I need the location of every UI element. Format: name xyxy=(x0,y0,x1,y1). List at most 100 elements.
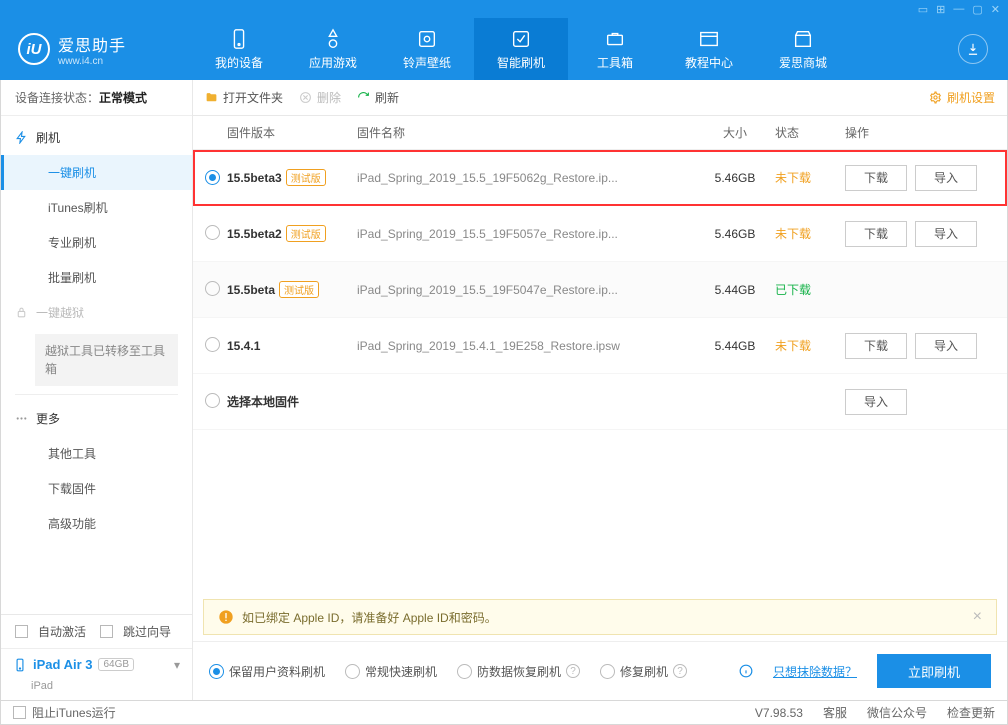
firmware-row[interactable]: 15.5beta2测试版iPad_Spring_2019_15.5_19F505… xyxy=(193,206,1007,262)
fw-radio[interactable] xyxy=(205,170,220,185)
block-itunes-checkbox[interactable] xyxy=(13,706,26,719)
help-icon[interactable]: ? xyxy=(673,664,687,678)
titlebar-close-icon[interactable]: ✕ xyxy=(991,3,1000,16)
help-icon[interactable]: ? xyxy=(566,664,580,678)
nav-label: 应用游戏 xyxy=(309,54,357,71)
flash-mode-option[interactable]: 防数据恢复刷机? xyxy=(457,663,580,680)
sidebar-group-more-label: 更多 xyxy=(36,410,60,427)
logo-icon: iU xyxy=(18,33,50,65)
sidebar-item-more-2[interactable]: 高级功能 xyxy=(1,506,192,541)
sidebar-item-more-0[interactable]: 其他工具 xyxy=(1,436,192,471)
fw-size: 5.44GB xyxy=(695,339,775,353)
sidebar-group-flash[interactable]: 刷机 xyxy=(1,120,192,155)
sidebar-item-flash-2[interactable]: 专业刷机 xyxy=(1,225,192,260)
mode-label: 常规快速刷机 xyxy=(365,663,437,680)
nav-flash[interactable]: 智能刷机 xyxy=(474,18,568,80)
flash-mode-option[interactable]: 保留用户资料刷机 xyxy=(209,663,325,680)
titlebar-grid-icon[interactable]: ⊞ xyxy=(936,3,945,16)
mode-radio[interactable] xyxy=(209,664,224,679)
flash-mode-option[interactable]: 修复刷机? xyxy=(600,663,687,680)
firmware-row[interactable]: 15.4.1iPad_Spring_2019_15.4.1_19E258_Res… xyxy=(193,318,1007,374)
fw-status: 未下载 xyxy=(775,169,845,186)
titlebar-min-icon[interactable]: — xyxy=(953,3,964,15)
firmware-row[interactable]: 15.5beta测试版iPad_Spring_2019_15.5_19F5047… xyxy=(193,262,1007,318)
fw-action-button[interactable]: 导入 xyxy=(915,333,977,359)
titlebar-max-icon[interactable]: ▢ xyxy=(972,3,982,16)
sidebar-item-flash-3[interactable]: 批量刷机 xyxy=(1,260,192,295)
flash-settings-button[interactable]: 刷机设置 xyxy=(929,89,995,106)
dropdown-icon[interactable]: ▾ xyxy=(174,658,180,672)
device-type: iPad xyxy=(1,680,192,700)
open-folder-button[interactable]: 打开文件夹 xyxy=(205,89,283,106)
sidebar-item-flash-0[interactable]: 一键刷机 xyxy=(1,155,192,190)
app-subtitle: www.i4.cn xyxy=(58,56,126,67)
fw-radio[interactable] xyxy=(205,393,220,408)
fw-name: iPad_Spring_2019_15.4.1_19E258_Restore.i… xyxy=(357,339,695,353)
fw-version: 选择本地固件 xyxy=(227,393,357,410)
fw-action-button[interactable]: 导入 xyxy=(915,221,977,247)
mode-radio[interactable] xyxy=(600,664,615,679)
fw-version: 15.5beta测试版 xyxy=(227,281,357,298)
flash-mode-bar: 保留用户资料刷机常规快速刷机防数据恢复刷机?修复刷机? 只想抹除数据？ 立即刷机 xyxy=(193,641,1007,700)
sidebar-item-flash-1[interactable]: iTunes刷机 xyxy=(1,190,192,225)
firmware-list-header: 固件版本 固件名称 大小 状态 操作 xyxy=(193,116,1007,150)
flash-settings-label: 刷机设置 xyxy=(947,89,995,106)
sidebar-group-more[interactable]: 更多 xyxy=(1,401,192,436)
mode-radio[interactable] xyxy=(457,664,472,679)
tutorial-icon xyxy=(698,28,720,50)
device-name: iPad Air 3 xyxy=(33,657,92,672)
info-icon xyxy=(739,664,753,678)
connection-status: 设备连接状态： 正常模式 xyxy=(1,80,192,116)
start-flash-button[interactable]: 立即刷机 xyxy=(877,654,991,688)
fw-action-button[interactable]: 下载 xyxy=(845,221,907,247)
fw-version: 15.4.1 xyxy=(227,339,357,353)
delete-button: 删除 xyxy=(299,89,341,106)
status-link-wechat[interactable]: 微信公众号 xyxy=(867,704,927,721)
connection-value: 正常模式 xyxy=(99,89,147,106)
nav-store[interactable]: 爱思商城 xyxy=(756,18,850,80)
mode-label: 防数据恢复刷机 xyxy=(477,663,561,680)
app-version: V7.98.53 xyxy=(755,706,803,720)
tip-close-icon[interactable]: × xyxy=(973,608,982,626)
fw-name: iPad_Spring_2019_15.5_19F5062g_Restore.i… xyxy=(357,171,695,185)
firmware-row[interactable]: 选择本地固件 导入 xyxy=(193,374,1007,430)
nav-ring[interactable]: 铃声壁纸 xyxy=(380,18,474,80)
nav-tools[interactable]: 工具箱 xyxy=(568,18,662,80)
status-link-update[interactable]: 检查更新 xyxy=(947,704,995,721)
fw-action-button[interactable]: 导入 xyxy=(915,165,977,191)
nav-apps[interactable]: 应用游戏 xyxy=(286,18,380,80)
apps-icon xyxy=(322,28,344,50)
skip-guide-checkbox[interactable] xyxy=(100,625,113,638)
content-area: 设备连接状态： 正常模式 刷机 一键刷机iTunes刷机专业刷机批量刷机 一键越… xyxy=(0,80,1008,701)
fw-action-button[interactable]: 导入 xyxy=(845,389,907,415)
device-row[interactable]: iPad Air 3 64GB ▾ xyxy=(1,648,192,680)
sidebar-item-more-1[interactable]: 下载固件 xyxy=(1,471,192,506)
flash-mode-option[interactable]: 常规快速刷机 xyxy=(345,663,437,680)
sidebar-group-jailbreak-label: 一键越狱 xyxy=(36,304,84,321)
fw-action-button[interactable]: 下载 xyxy=(845,165,907,191)
download-indicator-icon[interactable] xyxy=(958,34,988,64)
nav-label: 教程中心 xyxy=(685,54,733,71)
nav-tutorial[interactable]: 教程中心 xyxy=(662,18,756,80)
auto-activate-checkbox[interactable] xyxy=(15,625,28,638)
mode-radio[interactable] xyxy=(345,664,360,679)
nav-device[interactable]: 我的设备 xyxy=(192,18,286,80)
firmware-row[interactable]: 15.5beta3测试版iPad_Spring_2019_15.5_19F506… xyxy=(193,150,1007,206)
nav-label: 工具箱 xyxy=(597,54,633,71)
statusbar: 阻止iTunes运行 V7.98.53 客服 微信公众号 检查更新 xyxy=(0,701,1008,725)
erase-data-link[interactable]: 只想抹除数据？ xyxy=(773,663,857,680)
status-link-support[interactable]: 客服 xyxy=(823,704,847,721)
fw-radio[interactable] xyxy=(205,225,220,240)
refresh-button[interactable]: 刷新 xyxy=(357,89,399,106)
titlebar-card-icon[interactable]: ▭ xyxy=(918,3,928,16)
fw-size: 5.46GB xyxy=(695,227,775,241)
top-nav: 我的设备 应用游戏 铃声壁纸智能刷机工具箱 教程中心 爱思商城 xyxy=(192,18,938,80)
sidebar-list: 刷机 一键刷机iTunes刷机专业刷机批量刷机 一键越狱 越狱工具已转移至工具箱… xyxy=(1,116,192,614)
nav-label: 我的设备 xyxy=(215,54,263,71)
fw-radio[interactable] xyxy=(205,281,220,296)
fw-action-button[interactable]: 下载 xyxy=(845,333,907,359)
fw-radio[interactable] xyxy=(205,337,220,352)
device-icon xyxy=(228,28,250,50)
window-titlebar: ▭ ⊞ — ▢ ✕ xyxy=(0,0,1008,18)
logo: iU 爱思助手 www.i4.cn xyxy=(0,32,192,67)
